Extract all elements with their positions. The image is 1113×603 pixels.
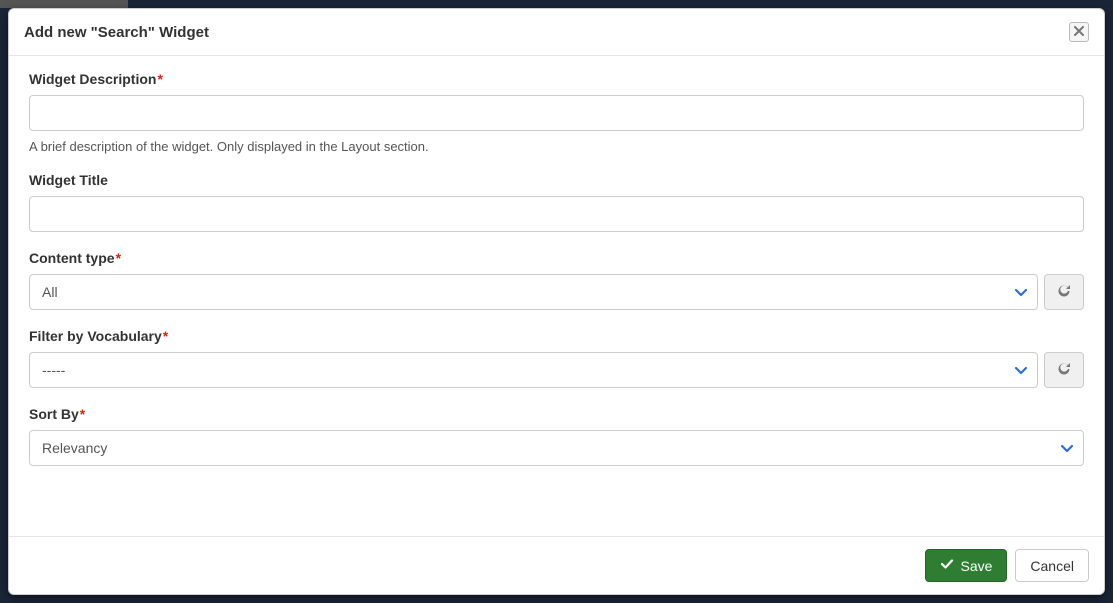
required-asterisk: * xyxy=(116,250,121,266)
label-text: Sort By xyxy=(29,406,79,422)
required-asterisk: * xyxy=(163,328,168,344)
required-asterisk: * xyxy=(157,71,162,87)
refresh-icon xyxy=(1056,283,1072,302)
widget-title-label: Widget Title xyxy=(29,172,1084,188)
label-text: Widget Description xyxy=(29,71,156,87)
add-search-widget-modal: Add new "Search" Widget Widget Descripti… xyxy=(8,8,1105,595)
save-label: Save xyxy=(960,558,992,574)
modal-title: Add new "Search" Widget xyxy=(24,24,209,41)
modal-body: Widget Description* A brief description … xyxy=(9,56,1104,536)
close-icon xyxy=(1074,23,1084,41)
filter-vocab-refresh-button[interactable] xyxy=(1044,352,1084,388)
modal-header: Add new "Search" Widget xyxy=(9,9,1104,56)
sort-by-select[interactable]: Relevancy xyxy=(29,430,1084,466)
widget-description-input[interactable] xyxy=(29,95,1084,131)
refresh-icon xyxy=(1056,361,1072,380)
content-type-select-wrap: All xyxy=(29,274,1038,310)
backdrop-strip xyxy=(0,0,128,8)
widget-title-group: Widget Title xyxy=(29,172,1084,232)
filter-vocab-label: Filter by Vocabulary* xyxy=(29,328,1084,344)
sort-by-select-wrap: Relevancy xyxy=(29,430,1084,466)
sort-by-label: Sort By* xyxy=(29,406,1084,422)
widget-description-group: Widget Description* A brief description … xyxy=(29,71,1084,154)
widget-title-input[interactable] xyxy=(29,196,1084,232)
filter-vocab-row: ----- xyxy=(29,352,1084,388)
sort-by-group: Sort By* Relevancy xyxy=(29,406,1084,466)
label-text: Filter by Vocabulary xyxy=(29,328,162,344)
check-icon xyxy=(940,557,954,574)
content-type-refresh-button[interactable] xyxy=(1044,274,1084,310)
filter-vocab-select-wrap: ----- xyxy=(29,352,1038,388)
content-type-select[interactable]: All xyxy=(29,274,1038,310)
content-type-group: Content type* All xyxy=(29,250,1084,310)
required-asterisk: * xyxy=(80,406,85,422)
label-text: Content type xyxy=(29,250,115,266)
modal-footer: Save Cancel xyxy=(9,536,1104,594)
filter-vocab-group: Filter by Vocabulary* ----- xyxy=(29,328,1084,388)
save-button[interactable]: Save xyxy=(925,549,1007,582)
widget-description-label: Widget Description* xyxy=(29,71,1084,87)
close-button[interactable] xyxy=(1069,22,1089,42)
filter-vocab-select[interactable]: ----- xyxy=(29,352,1038,388)
cancel-label: Cancel xyxy=(1030,558,1074,574)
content-type-label: Content type* xyxy=(29,250,1084,266)
cancel-button[interactable]: Cancel xyxy=(1015,549,1089,582)
widget-description-help: A brief description of the widget. Only … xyxy=(29,139,1084,154)
content-type-row: All xyxy=(29,274,1084,310)
